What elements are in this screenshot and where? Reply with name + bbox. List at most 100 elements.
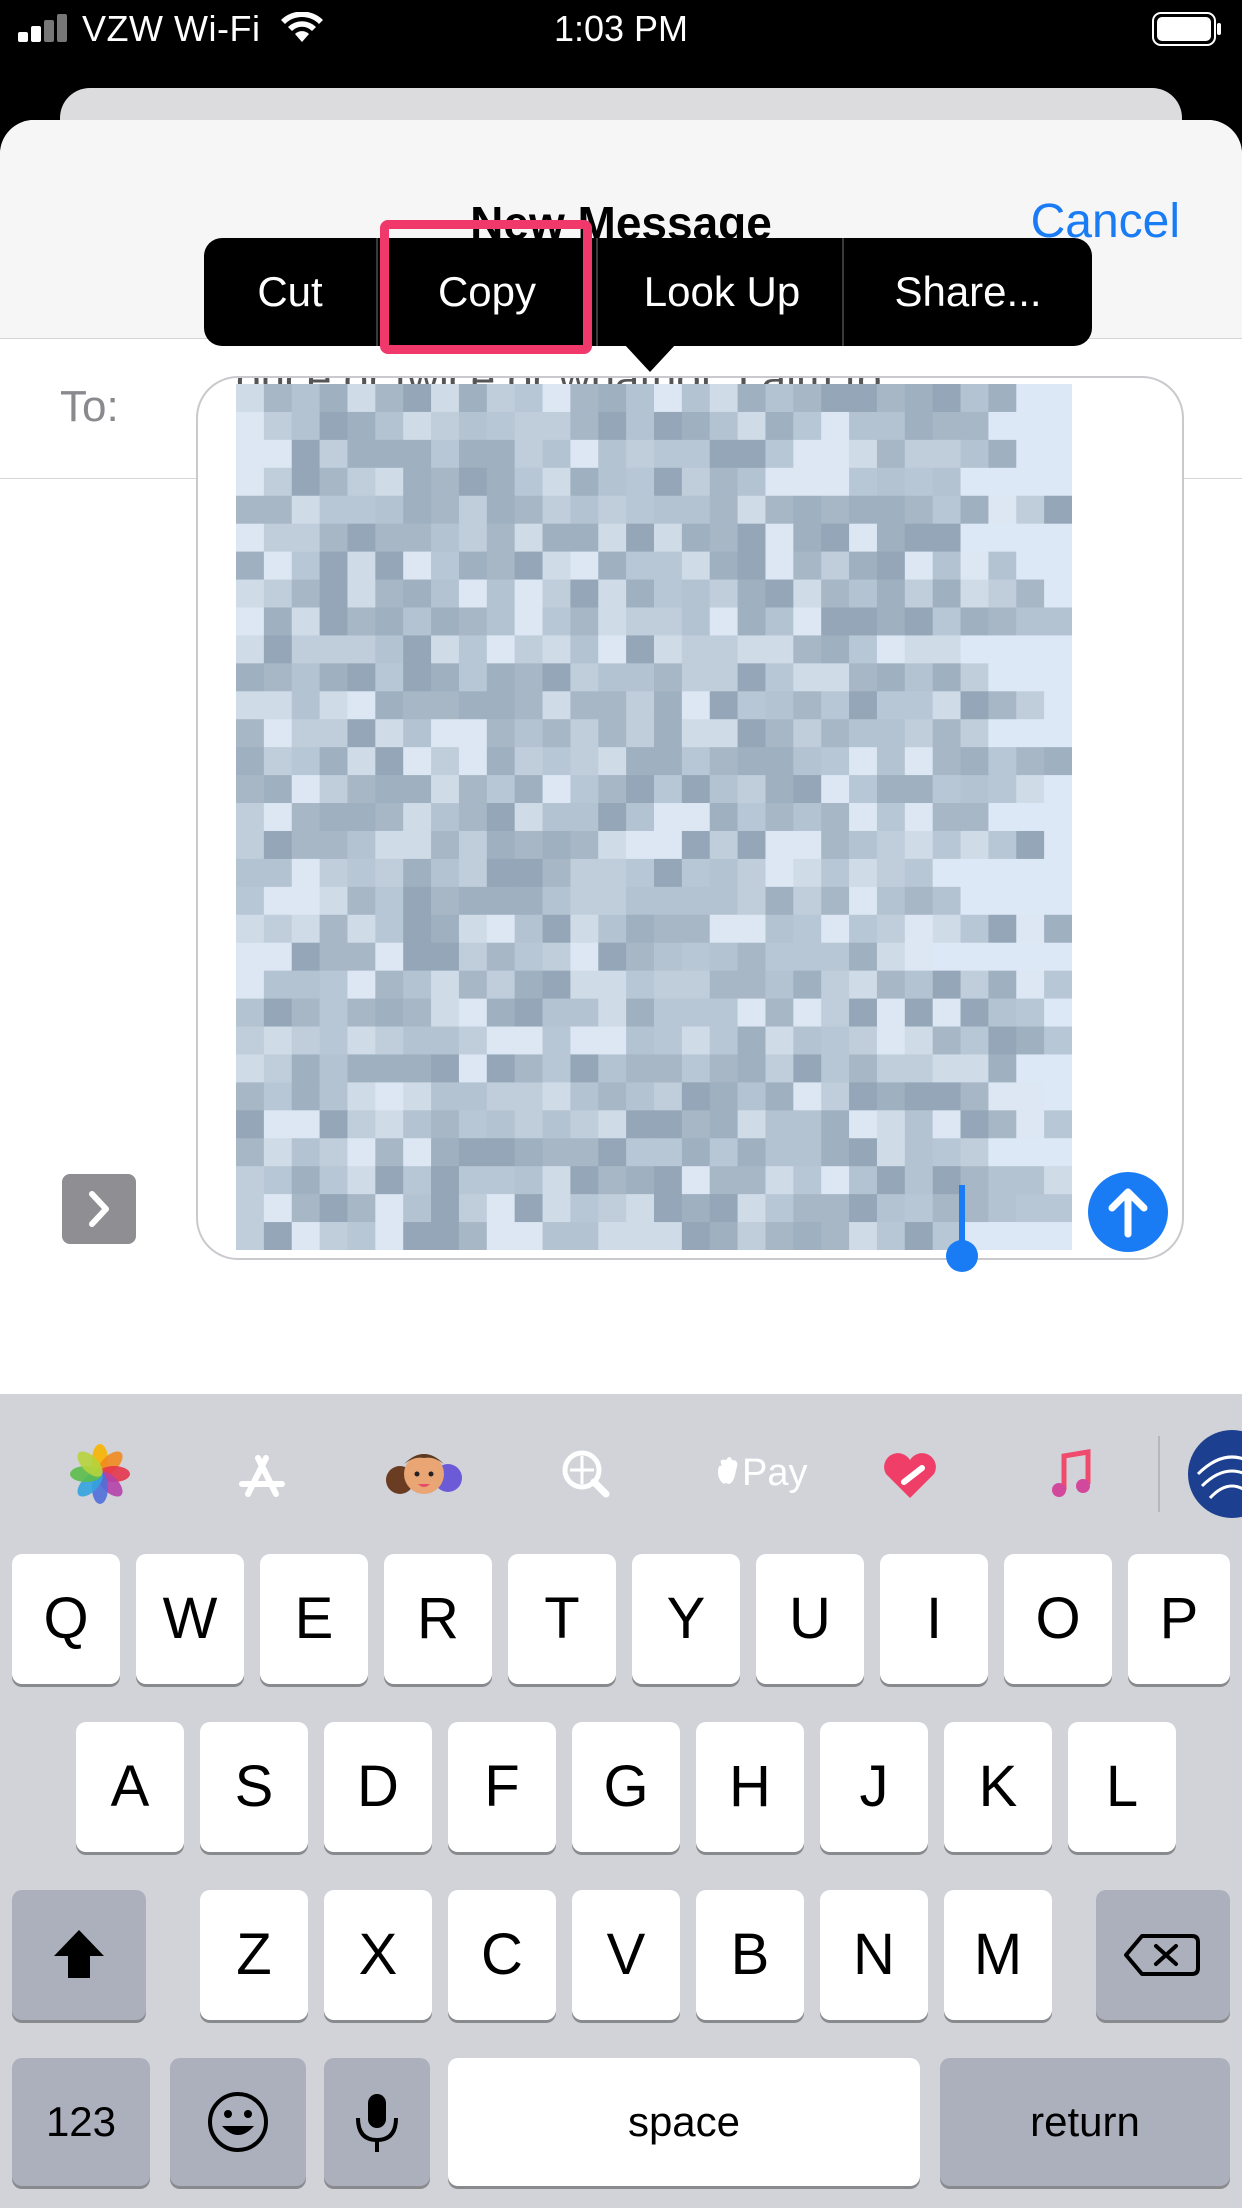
redacted-pixel bbox=[765, 523, 794, 553]
key-v[interactable]: V bbox=[572, 1890, 680, 2020]
redacted-pixel bbox=[654, 663, 683, 692]
redacted-pixel bbox=[598, 551, 627, 581]
key-a[interactable]: A bbox=[76, 1722, 184, 1852]
redacted-pixel bbox=[904, 691, 934, 720]
key-b[interactable]: B bbox=[696, 1890, 804, 2020]
redacted-pixel bbox=[904, 970, 934, 1000]
redacted-pixel bbox=[236, 384, 265, 413]
redacted-pixel bbox=[626, 384, 655, 413]
key-t[interactable]: T bbox=[508, 1554, 616, 1684]
redacted-pixel bbox=[793, 914, 822, 944]
memoji-app-icon[interactable] bbox=[364, 1430, 484, 1518]
message-input[interactable]: once or twice or whatnot. I aim to bbox=[196, 376, 1184, 1260]
key-k[interactable]: K bbox=[944, 1722, 1052, 1852]
redacted-pixel bbox=[709, 830, 739, 860]
redacted-pixel bbox=[375, 1110, 404, 1139]
redacted-pixel bbox=[263, 998, 293, 1028]
key-n[interactable]: N bbox=[820, 1890, 928, 2020]
redacted-pixel bbox=[681, 1138, 711, 1167]
key-u[interactable]: U bbox=[756, 1554, 864, 1684]
cut-menu-item[interactable]: Cut bbox=[204, 238, 376, 346]
apple-pay-app-icon[interactable]: Pay bbox=[688, 1430, 808, 1518]
photos-app-icon[interactable] bbox=[40, 1430, 160, 1518]
return-key[interactable]: return bbox=[940, 2058, 1230, 2186]
emoji-key[interactable] bbox=[170, 2058, 306, 2186]
selected-text-region[interactable] bbox=[236, 384, 1072, 1250]
redacted-pixel bbox=[598, 663, 627, 692]
redacted-pixel bbox=[514, 495, 544, 525]
redacted-pixel bbox=[431, 970, 460, 1000]
app-store-app-icon[interactable] bbox=[202, 1430, 322, 1518]
redacted-pixel bbox=[1016, 523, 1045, 553]
to-label: To: bbox=[60, 382, 119, 431]
redacted-pixel bbox=[709, 998, 739, 1028]
key-f[interactable]: F bbox=[448, 1722, 556, 1852]
key-c[interactable]: C bbox=[448, 1890, 556, 2020]
key-i[interactable]: I bbox=[880, 1554, 988, 1684]
send-button[interactable] bbox=[1088, 1172, 1168, 1252]
expand-apps-button[interactable] bbox=[62, 1174, 136, 1244]
united-app-icon[interactable] bbox=[1188, 1430, 1242, 1518]
dictation-key[interactable] bbox=[324, 2058, 430, 2186]
key-e[interactable]: E bbox=[260, 1554, 368, 1684]
redacted-pixel bbox=[876, 1222, 906, 1250]
redacted-pixel bbox=[375, 830, 404, 860]
numbers-key[interactable]: 123 bbox=[12, 2058, 150, 2186]
selection-handle[interactable] bbox=[946, 1240, 978, 1272]
redacted-pixel bbox=[319, 551, 349, 581]
redacted-pixel bbox=[598, 439, 627, 469]
key-m[interactable]: M bbox=[944, 1890, 1052, 2020]
redacted-pixel bbox=[988, 384, 1017, 413]
key-l[interactable]: L bbox=[1068, 1722, 1176, 1852]
redacted-pixel bbox=[263, 1082, 293, 1111]
redacted-pixel bbox=[821, 607, 850, 637]
key-s[interactable]: S bbox=[200, 1722, 308, 1852]
key-p[interactable]: P bbox=[1128, 1554, 1230, 1684]
key-h[interactable]: H bbox=[696, 1722, 804, 1852]
key-o[interactable]: O bbox=[1004, 1554, 1112, 1684]
redacted-pixel bbox=[347, 970, 376, 1000]
redacted-pixel bbox=[849, 970, 878, 1000]
redacted-pixel bbox=[932, 635, 962, 664]
redacted-pixel bbox=[988, 830, 1017, 860]
redacted-pixel bbox=[626, 523, 655, 553]
redacted-pixel bbox=[375, 1054, 404, 1083]
key-g[interactable]: G bbox=[572, 1722, 680, 1852]
redacted-pixel bbox=[1044, 579, 1072, 609]
redacted-pixel bbox=[319, 579, 349, 609]
delete-key[interactable] bbox=[1096, 1890, 1230, 2020]
redacted-pixel bbox=[1044, 1110, 1072, 1139]
look-up-menu-item[interactable]: Look Up bbox=[598, 238, 846, 346]
redacted-pixel bbox=[765, 1222, 794, 1250]
key-r[interactable]: R bbox=[384, 1554, 492, 1684]
redacted-pixel bbox=[375, 1082, 404, 1111]
share-menu-item[interactable]: Share... bbox=[844, 238, 1092, 346]
redacted-pixel bbox=[570, 1054, 599, 1083]
redacted-pixel bbox=[291, 775, 321, 804]
redacted-pixel bbox=[1044, 635, 1072, 664]
web-search-app-icon[interactable] bbox=[526, 1430, 646, 1518]
shift-key[interactable] bbox=[12, 1890, 146, 2020]
redacted-pixel bbox=[793, 775, 822, 804]
digital-touch-app-icon[interactable] bbox=[850, 1430, 970, 1518]
redacted-pixel bbox=[570, 1110, 599, 1139]
key-y[interactable]: Y bbox=[632, 1554, 740, 1684]
key-z[interactable]: Z bbox=[200, 1890, 308, 2020]
redacted-pixel bbox=[960, 607, 989, 637]
key-d[interactable]: D bbox=[324, 1722, 432, 1852]
redacted-pixel bbox=[514, 1054, 544, 1083]
redacted-pixel bbox=[542, 830, 571, 860]
key-w[interactable]: W bbox=[136, 1554, 244, 1684]
redacted-pixel bbox=[709, 1026, 739, 1056]
key-x[interactable]: X bbox=[324, 1890, 432, 2020]
redacted-pixel bbox=[876, 1082, 906, 1111]
redacted-pixel bbox=[263, 551, 293, 581]
redacted-pixel bbox=[486, 886, 516, 916]
key-q[interactable]: Q bbox=[12, 1554, 120, 1684]
space-key[interactable]: space bbox=[448, 2058, 920, 2186]
redacted-pixel bbox=[765, 495, 794, 525]
key-j[interactable]: J bbox=[820, 1722, 928, 1852]
redacted-pixel bbox=[431, 663, 460, 692]
redacted-pixel bbox=[737, 607, 767, 637]
music-app-icon[interactable] bbox=[1012, 1430, 1132, 1518]
